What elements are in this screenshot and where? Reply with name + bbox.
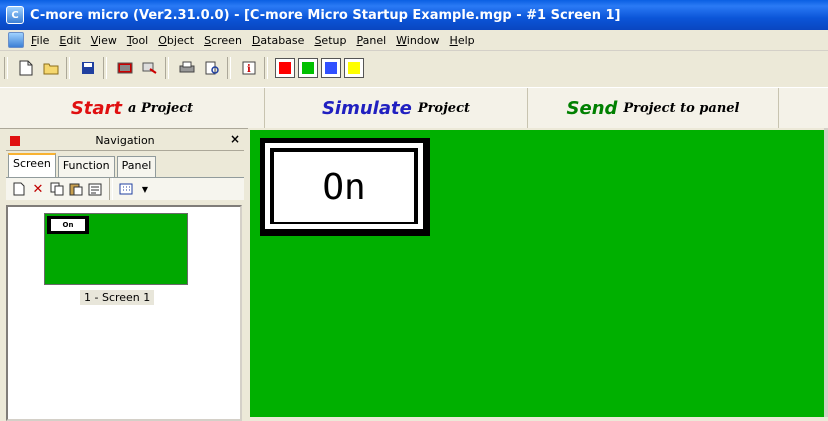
screen-label[interactable]: 1 - Screen 1 (80, 290, 155, 305)
send-project-button[interactable]: Send Project to panel (528, 88, 779, 128)
yellow-color-button[interactable] (344, 58, 364, 78)
toolbar-separator (227, 57, 231, 79)
menu-bar: File Edit View Tool Object Screen Databa… (0, 30, 828, 51)
toolbar-separator (109, 178, 113, 200)
close-icon[interactable]: × (230, 132, 240, 146)
title-bar: C C-more micro (Ver2.31.0.0) - [C-more M… (0, 0, 828, 30)
button-face: On (274, 152, 414, 222)
menu-window[interactable]: Window (391, 34, 444, 47)
start-project-button[interactable]: Start a Project (0, 88, 265, 128)
screen-thumbnail[interactable]: On (44, 213, 188, 285)
save-icon[interactable] (77, 57, 99, 79)
paste-icon[interactable] (67, 180, 85, 198)
svg-text:i: i (247, 64, 251, 75)
navigation-header: Navigation × (6, 131, 244, 151)
menu-setup[interactable]: Setup (309, 34, 351, 47)
red-color-button[interactable] (275, 58, 295, 78)
simulate-label: Simulate (321, 97, 412, 119)
simulate-sublabel: Project (417, 100, 471, 116)
copy-icon[interactable] (48, 180, 66, 198)
toolbar-separator (4, 57, 8, 79)
tab-function[interactable]: Function (57, 156, 115, 177)
tab-screen[interactable]: Screen (8, 153, 56, 177)
menu-database[interactable]: Database (247, 34, 310, 47)
green-color-button[interactable] (298, 58, 318, 78)
toolbar-separator (66, 57, 70, 79)
print-icon[interactable] (176, 57, 198, 79)
screen-icon[interactable] (114, 57, 136, 79)
info-icon[interactable]: i (238, 57, 260, 79)
on-button-object[interactable]: On (260, 138, 430, 236)
navigation-toolbar: ✕ ▼ (6, 177, 244, 200)
new-file-icon[interactable] (15, 57, 37, 79)
menu-panel[interactable]: Panel (351, 34, 391, 47)
workspace: On (248, 128, 828, 417)
new-screen-icon[interactable] (10, 180, 28, 198)
send-sublabel: Project to panel (623, 100, 740, 116)
app-icon[interactable]: C (6, 6, 24, 24)
print-preview-icon[interactable] (201, 57, 223, 79)
navigation-tabs: Screen Function Panel (6, 153, 244, 177)
start-sublabel: a Project (128, 100, 194, 116)
thumbnail-button-text: On (50, 218, 86, 232)
properties-icon[interactable] (86, 180, 104, 198)
toolbar-separator (264, 57, 268, 79)
action-banner: Start a Project Simulate Project Send Pr… (0, 87, 828, 129)
screen-list: On 1 - Screen 1 (6, 205, 242, 421)
menu-view[interactable]: View (86, 34, 122, 47)
menu-tool[interactable]: Tool (122, 34, 153, 47)
transfer-icon[interactable] (139, 57, 161, 79)
menu-file[interactable]: File (26, 34, 54, 47)
simulate-project-button[interactable]: Simulate Project (265, 88, 528, 128)
send-label: Send (566, 97, 618, 119)
toolbar-separator (165, 57, 169, 79)
start-label: Start (70, 97, 123, 119)
navigation-panel: Navigation × Screen Function Panel ✕ ▼ O… (6, 131, 244, 421)
toolbar-separator (103, 57, 107, 79)
view-options-icon[interactable] (117, 180, 135, 198)
workspace-scrollbar[interactable] (824, 128, 828, 417)
blue-color-button[interactable] (321, 58, 341, 78)
menu-object[interactable]: Object (153, 34, 199, 47)
menu-help[interactable]: Help (445, 34, 480, 47)
tab-panel[interactable]: Panel (116, 156, 157, 177)
toolbar: i (0, 51, 828, 85)
screen-canvas[interactable]: On (250, 130, 824, 417)
menu-edit[interactable]: Edit (54, 34, 85, 47)
open-folder-icon[interactable] (40, 57, 62, 79)
navigation-title: Navigation (95, 134, 155, 147)
dropdown-arrow-icon[interactable]: ▼ (136, 180, 154, 198)
thumbnail-button: On (47, 216, 89, 234)
menu-screen[interactable]: Screen (199, 34, 247, 47)
document-icon[interactable] (8, 32, 24, 48)
delete-icon[interactable]: ✕ (29, 180, 47, 198)
window-title: C-more micro (Ver2.31.0.0) - [C-more Mic… (30, 7, 621, 23)
